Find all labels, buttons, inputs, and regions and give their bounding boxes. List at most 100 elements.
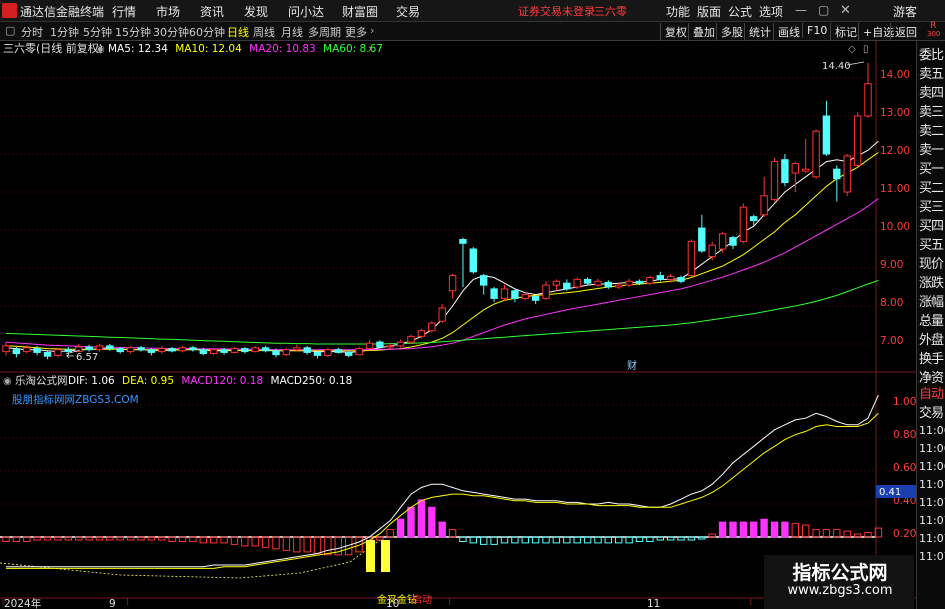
menu-item-ask[interactable]: 问小达	[288, 3, 324, 20]
side-item[interactable]: 现价	[919, 253, 944, 272]
time-label: 2024年	[4, 597, 41, 609]
period-tab-intraday[interactable]: 分时	[21, 24, 43, 40]
side-item[interactable]: 买四	[919, 215, 944, 234]
candle-down	[563, 282, 571, 290]
legend-toggle-icon[interactable]: ◉	[96, 44, 105, 55]
macd250-legend-value: 0.18	[329, 375, 352, 387]
macd-bar	[230, 536, 239, 545]
candle-down	[750, 216, 758, 221]
period-tab-30min[interactable]: 30分钟	[153, 24, 189, 40]
window-toggle-icon[interactable]: ▯	[863, 44, 869, 55]
candle-down	[261, 347, 270, 352]
menu-item-function[interactable]: 功能	[666, 3, 690, 20]
price-axis: 14.00 13.00 12.00 11.00 10.00 9.00 8.00 …	[880, 69, 910, 347]
candle-up	[158, 348, 166, 353]
candle-up	[355, 348, 363, 356]
dea-legend-name: DEA	[122, 375, 145, 387]
app-title: 通达信金融终端	[20, 5, 105, 19]
side-item[interactable]: 卖五	[919, 63, 944, 82]
period-tab-daily[interactable]: 日线	[227, 24, 249, 40]
side-item[interactable]: 卖四	[919, 82, 944, 101]
formula-name[interactable]: 乐淘公式网	[15, 374, 68, 387]
time-label: 9	[109, 598, 116, 609]
side-sub-item-auto[interactable]: 自动	[919, 383, 944, 402]
menu-item-marketplace[interactable]: 市场	[156, 3, 180, 20]
macd-bar	[594, 536, 602, 544]
corner-sub-label: 300	[927, 30, 941, 38]
side-item[interactable]: 卖一	[919, 139, 944, 158]
trade-time: 11:06	[919, 460, 945, 473]
minimize-icon[interactable]: —	[795, 3, 807, 17]
period-tab-weekly[interactable]: 周线	[253, 24, 275, 40]
macd-bar	[656, 536, 664, 541]
price-tick: 8.00	[880, 297, 903, 309]
candle-down	[116, 348, 124, 353]
menu-item-options[interactable]: 选项	[759, 3, 783, 20]
menu-item-market[interactable]: 行情	[112, 3, 136, 20]
period-tab-multi[interactable]: 多周期	[308, 24, 341, 40]
period-tab-monthly[interactable]: 月线	[281, 24, 303, 40]
candle-up	[386, 345, 394, 348]
period-tab-60min[interactable]: 60分钟	[189, 24, 225, 40]
restore-icon[interactable]: ▢	[818, 3, 829, 17]
side-item[interactable]: 买三	[919, 196, 944, 215]
macd-bar	[739, 521, 748, 538]
kline-chart[interactable]: 三六零(日线 前复权) ◉ MA5: 12.34 MA10: 12.04 MA2…	[0, 41, 916, 609]
f10-button[interactable]: F10	[802, 23, 831, 38]
side-item[interactable]: 买一	[919, 158, 944, 177]
diamond-icon[interactable]: ◇	[848, 44, 856, 55]
candle-up	[542, 284, 550, 299]
period-tab-15min[interactable]: 15分钟	[115, 24, 151, 40]
side-item[interactable]: 卖三	[919, 101, 944, 120]
trade-time: 11:07	[919, 478, 945, 491]
side-item[interactable]: 买五	[919, 234, 944, 253]
indicator-tick: 1.00	[893, 396, 916, 408]
candle-down	[345, 351, 353, 356]
candle-down	[334, 349, 343, 353]
sub-legend-toggle-icon[interactable]: ◉	[3, 376, 12, 387]
macd-bar	[396, 518, 405, 538]
side-item[interactable]: 涨跌	[919, 272, 944, 291]
close-icon[interactable]: ✕	[840, 3, 851, 18]
draw-line-button[interactable]: 画线	[773, 23, 804, 41]
side-item[interactable]: 外盘	[919, 329, 944, 348]
adjust-button[interactable]: 复权	[660, 23, 691, 41]
menu-item-layout[interactable]: 版面	[697, 3, 721, 20]
mark-button[interactable]: 标记	[830, 23, 861, 41]
macd-bar	[812, 529, 820, 538]
side-item[interactable]: 卖二	[919, 120, 944, 139]
side-item[interactable]: 委比	[919, 44, 944, 63]
menu-item-trade[interactable]: 交易	[396, 3, 420, 20]
side-item[interactable]: 总量	[919, 310, 944, 329]
menu-item-wealth[interactable]: 财富圈	[342, 3, 378, 20]
finance-marker[interactable]: 财	[627, 359, 637, 372]
multi-stock-button[interactable]: 多股	[716, 23, 747, 41]
overlay-button[interactable]: 叠加	[688, 23, 719, 41]
macd-bar	[282, 536, 291, 551]
price-tick: 9.00	[880, 259, 903, 271]
side-item[interactable]: 涨幅	[919, 291, 944, 310]
login-notice[interactable]: 证券交易未登录	[518, 3, 595, 19]
macd120-legend-value: 0.18	[240, 375, 263, 387]
user-label[interactable]: 游客	[893, 3, 917, 20]
side-sub-item-trade[interactable]: 交易	[919, 402, 944, 421]
time-label: 11	[647, 598, 660, 609]
macd-bar	[480, 536, 488, 545]
side-item[interactable]: 买二	[919, 177, 944, 196]
side-item[interactable]: 换手	[919, 348, 944, 367]
candle-down	[822, 115, 831, 155]
macd-bar	[220, 536, 228, 544]
period-tab-1min[interactable]: 1分钟	[50, 24, 79, 40]
legend-chevron-icon[interactable]: ›	[368, 42, 372, 55]
period-tab-more[interactable]: 更多	[345, 24, 367, 40]
menu-item-discover[interactable]: 发现	[244, 3, 268, 20]
candle-down	[656, 275, 664, 280]
more-chevron-icon[interactable]: ›	[370, 24, 374, 37]
back-button[interactable]: 返回	[890, 23, 921, 41]
statistics-button[interactable]: 统计	[744, 23, 775, 41]
toolbar-toggle-icon[interactable]: ▢	[5, 24, 15, 37]
macd-bar	[833, 529, 841, 538]
menu-item-formula[interactable]: 公式	[728, 3, 752, 20]
menu-item-news[interactable]: 资讯	[200, 3, 224, 20]
period-tab-5min[interactable]: 5分钟	[83, 24, 112, 40]
